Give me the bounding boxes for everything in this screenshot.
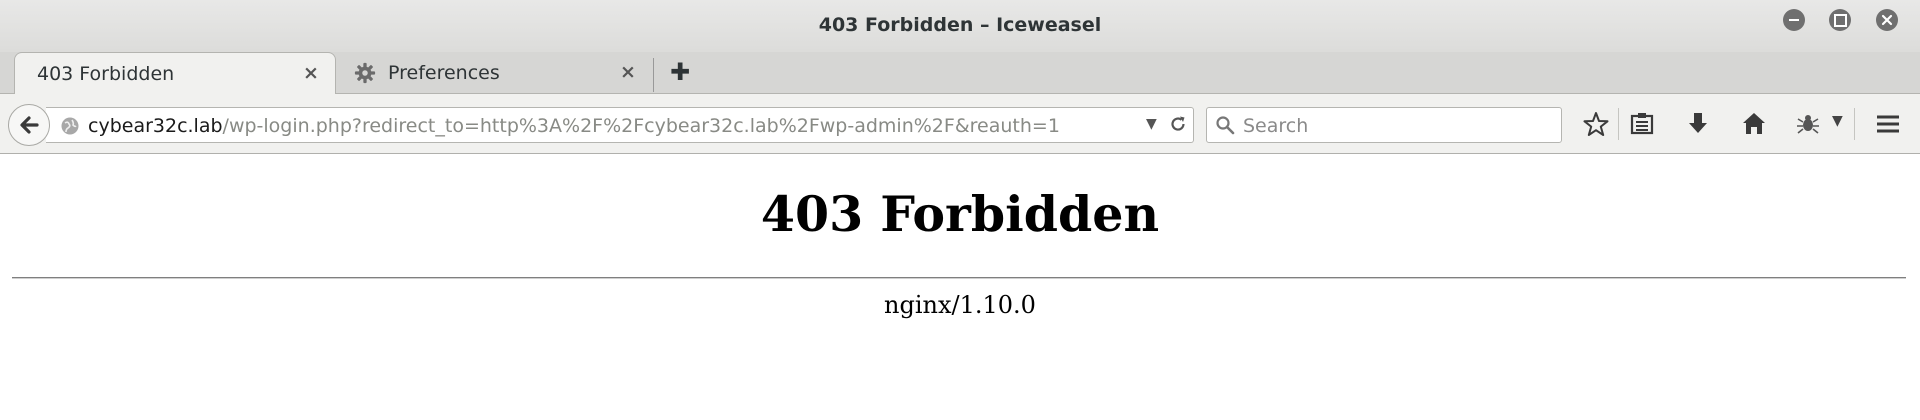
- page-content: 403 Forbidden nginx/1.10.0: [0, 155, 1920, 420]
- tab-label: Preferences: [388, 62, 500, 84]
- home-icon[interactable]: [1740, 110, 1768, 138]
- download-icon[interactable]: [1684, 110, 1712, 138]
- history-dropdown-button[interactable]: ▼: [1146, 116, 1157, 132]
- globe-icon[interactable]: [60, 116, 80, 136]
- navigation-toolbar: cybear32c.lab/wp-login.php?redirect_to=h…: [0, 94, 1920, 154]
- back-button[interactable]: [8, 104, 50, 146]
- tab-strip: 403 Forbidden × Preferences × ✚: [0, 52, 1920, 94]
- search-icon[interactable]: [1215, 115, 1235, 135]
- url-text[interactable]: cybear32c.lab/wp-login.php?redirect_to=h…: [88, 115, 1060, 137]
- tab-403-forbidden[interactable]: 403 Forbidden ×: [14, 52, 336, 94]
- bug-icon[interactable]: [1794, 110, 1822, 138]
- close-icon: [1881, 14, 1893, 26]
- tab-preferences[interactable]: Preferences ×: [346, 52, 652, 94]
- window-titlebar: 403 Forbidden – Iceweasel: [0, 0, 1920, 52]
- toolbar-separator: [1618, 108, 1619, 140]
- gear-icon: [354, 62, 376, 84]
- search-input[interactable]: [1243, 114, 1543, 138]
- new-tab-button[interactable]: ✚: [668, 60, 692, 84]
- window-title: 403 Forbidden – Iceweasel: [818, 14, 1102, 36]
- tab-close-button[interactable]: ×: [301, 63, 321, 83]
- page-heading: 403 Forbidden: [760, 185, 1160, 243]
- hamburger-menu-icon[interactable]: [1874, 110, 1902, 138]
- url-host: cybear32c.lab: [88, 115, 223, 137]
- maximize-button[interactable]: [1829, 9, 1851, 31]
- extension-dropdown-button[interactable]: ▼: [1832, 113, 1843, 129]
- back-arrow-icon: [20, 116, 39, 134]
- minimize-button[interactable]: [1783, 9, 1805, 31]
- tab-separator: [653, 58, 654, 92]
- close-window-button[interactable]: [1876, 9, 1898, 31]
- tab-label: 403 Forbidden: [37, 62, 175, 85]
- search-bar[interactable]: [1206, 107, 1562, 143]
- url-path: /wp-login.php?redirect_to=http%3A%2F%2Fc…: [222, 115, 1060, 137]
- server-signature: nginx/1.10.0: [884, 291, 1036, 319]
- bookmarks-menu-icon[interactable]: [1628, 110, 1656, 138]
- star-icon[interactable]: [1582, 110, 1610, 138]
- horizontal-rule: [12, 277, 1906, 279]
- toolbar-separator: [1854, 108, 1855, 140]
- url-bar[interactable]: cybear32c.lab/wp-login.php?redirect_to=h…: [46, 107, 1194, 143]
- reload-icon[interactable]: [1168, 114, 1188, 134]
- tab-close-button[interactable]: ×: [618, 62, 638, 82]
